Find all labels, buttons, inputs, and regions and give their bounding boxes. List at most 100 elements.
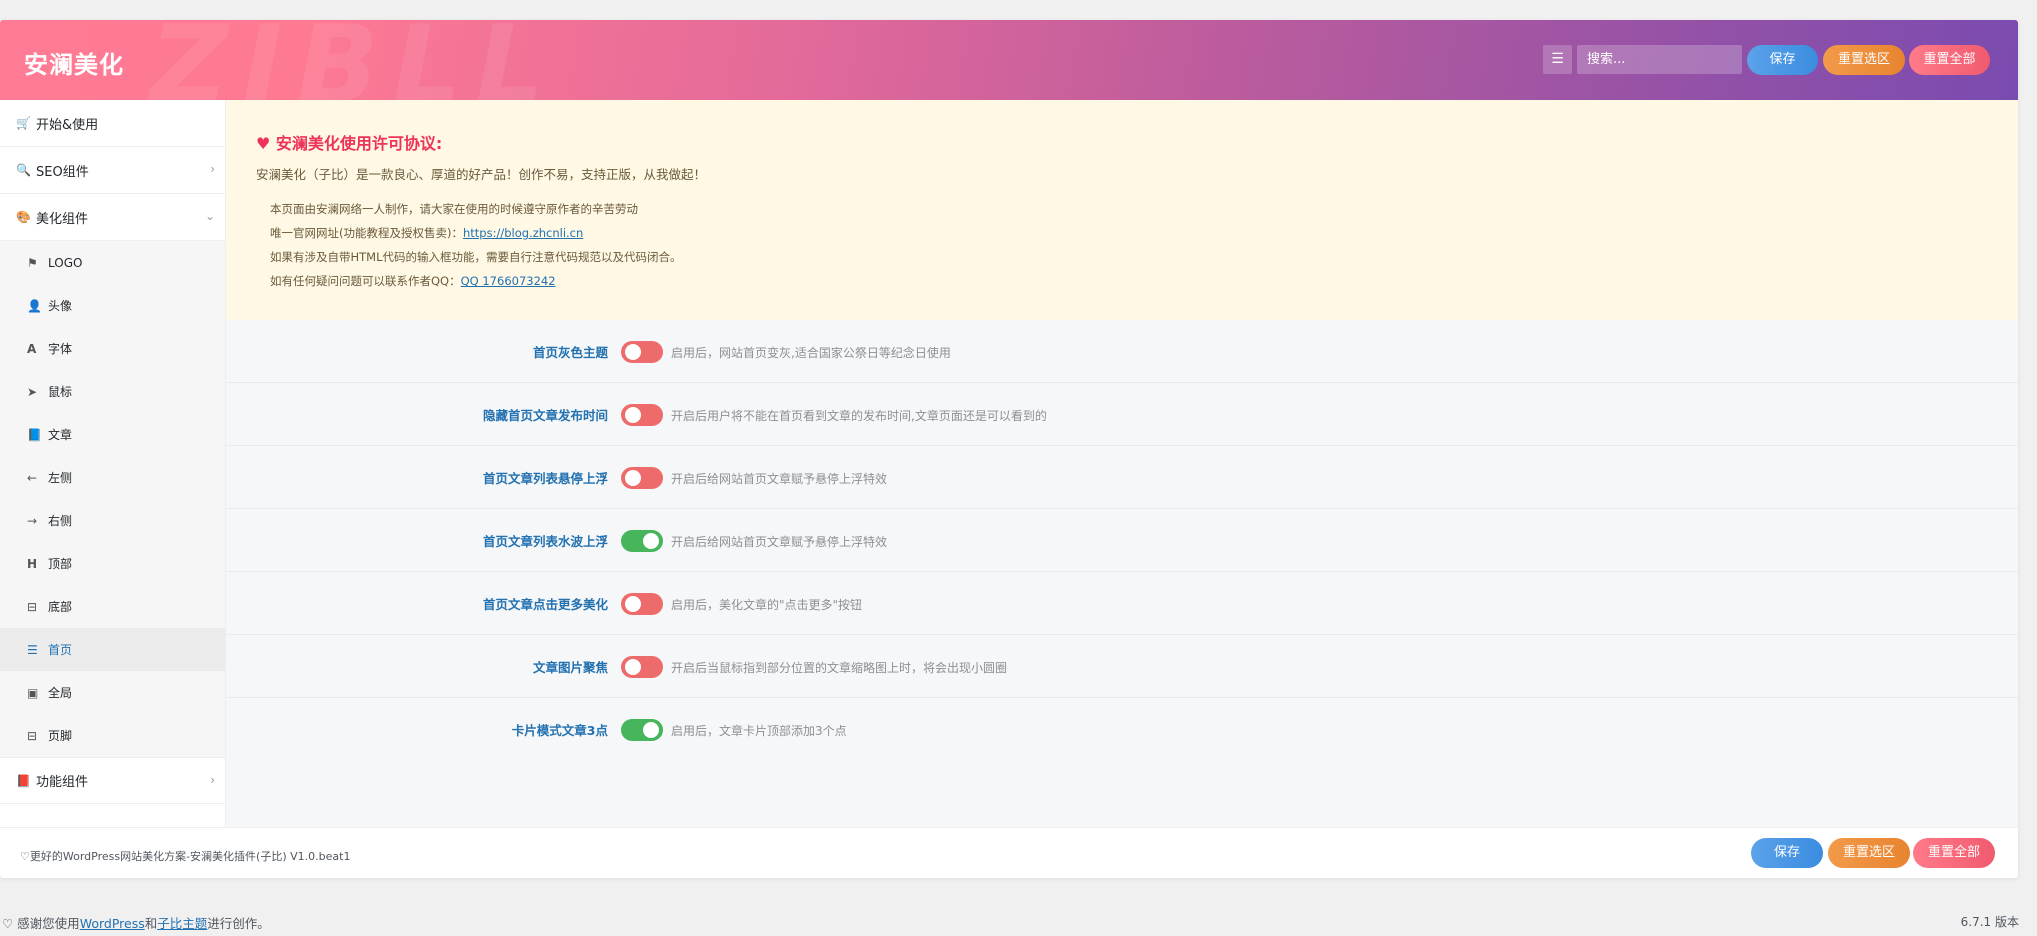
font-icon: A (27, 341, 37, 356)
sidebar-item-logo[interactable]: ⚑ LOGO (0, 241, 225, 284)
setting-toggle[interactable] (621, 593, 663, 615)
setting-row: 首页文章列表水波上浮 开启后给网站首页文章赋予悬停上浮特效 (226, 509, 2018, 572)
arrow-right-icon: → (27, 513, 38, 528)
toggle-knob (625, 596, 641, 612)
sidebar-item-article[interactable]: 📘 文章 (0, 413, 225, 456)
setting-label: 首页灰色主题 (532, 345, 608, 360)
notice-title-text: 安澜美化使用许可协议: (275, 134, 443, 153)
search-input[interactable] (1577, 45, 1742, 74)
setting-toggle[interactable] (621, 404, 663, 426)
heart-icon: ♥ (256, 134, 276, 153)
sidebar-item-label: 字体 (48, 342, 73, 356)
toggle-knob (625, 344, 641, 360)
sidebar-item-label: 头像 (48, 299, 73, 313)
sidebar-item-label: LOGO (48, 255, 83, 270)
sidebar-sub-list: ⚑ LOGO 👤 头像 A 字体 ➤ 鼠标 📘 文章 ← 左侧 → 右侧 H 顶部 ⊟ 底部 ☰ 首… (0, 241, 225, 757)
header-save-button[interactable]: 保存 (1747, 45, 1818, 75)
website-link[interactable]: https://blog.zhcnli.cn (463, 226, 583, 240)
minus-square-icon: ⊟ (27, 599, 38, 614)
panel-footer: ♡更好的WordPress网站美化方案-安澜美化插件(子比) V1.0.beat… (0, 827, 2018, 878)
sidebar-item-label: 首页 (48, 643, 73, 657)
sidebar-item-right[interactable]: → 右侧 (0, 499, 225, 542)
chevron-down-icon: ⌄ (204, 209, 215, 223)
footer-save-button[interactable]: 保存 (1751, 838, 1823, 868)
book-icon: 📘 (27, 427, 42, 442)
credit-mid: 和 (144, 916, 158, 931)
cart-icon: 🛒 (16, 116, 31, 130)
wordpress-link[interactable]: WordPress (80, 916, 145, 931)
flag-icon: ⚑ (27, 255, 38, 270)
sidebar-item-label: 右侧 (48, 514, 73, 528)
setting-label: 首页文章点击更多美化 (482, 597, 608, 612)
credit-prefix: ♡ 感谢您使用 (2, 916, 80, 931)
sidebar-item-function[interactable]: 📕 功能组件 › (0, 757, 225, 804)
setting-row: 隐藏首页文章发布时间 开启后用户将不能在首页看到文章的发布时间,文章页面还是可以… (226, 383, 2018, 446)
sidebar-item-avatar[interactable]: 👤 头像 (0, 284, 225, 327)
sidebar-item-start[interactable]: 🛒 开始&使用 (0, 100, 225, 147)
sidebar-item-label: 左侧 (48, 471, 73, 485)
footer-credit: ♡ 感谢您使用WordPress和子比主题进行创作。 (2, 913, 270, 932)
sidebar-item-font[interactable]: A 字体 (0, 327, 225, 370)
setting-description: 启用后，文章卡片顶部添加3个点 (671, 724, 847, 738)
setting-label: 首页文章列表水波上浮 (482, 534, 608, 549)
chevron-right-icon: › (210, 773, 215, 787)
sidebar-item-top[interactable]: H 顶部 (0, 542, 225, 585)
setting-description: 开启后当鼠标指到部分位置的文章缩略图上时，将会出现小圆圈 (671, 661, 1008, 675)
sidebar-item-label: 功能组件 (36, 775, 89, 790)
sidebar-item-label: 底部 (48, 600, 73, 614)
sidebar-item-footer[interactable]: ⊟ 页脚 (0, 714, 225, 757)
notice-line: 唯一官网网址(功能教程及授权售卖)：https://blog.zhcnli.cn (256, 221, 1988, 245)
footer-reset-all-button[interactable]: 重置全部 (1913, 838, 1995, 868)
setting-description: 开启后给网站首页文章赋予悬停上浮特效 (671, 535, 888, 549)
sidebar-item-global[interactable]: ▣ 全局 (0, 671, 225, 714)
toggle-knob (625, 470, 641, 486)
setting-toggle[interactable] (621, 530, 663, 552)
setting-description: 开启后给网站首页文章赋予悬停上浮特效 (671, 472, 888, 486)
pointer-icon: ➤ (27, 384, 38, 399)
setting-toggle[interactable] (621, 467, 663, 489)
header: ZIBLL 安澜美化 ☰ 保存 重置选区 重置全部 (0, 20, 2018, 100)
setting-label: 首页文章列表悬停上浮 (482, 471, 608, 486)
footer-reset-section-button[interactable]: 重置选区 (1828, 838, 1910, 868)
footer-text: ♡更好的WordPress网站美化方案-安澜美化插件(子比) V1.0.beat… (20, 850, 351, 863)
setting-toggle[interactable] (621, 656, 663, 678)
sidebar-item-label: 顶部 (48, 557, 73, 571)
setting-description: 启用后，美化文章的"点击更多"按钮 (671, 598, 863, 612)
sidebar-item-left[interactable]: ← 左侧 (0, 456, 225, 499)
sidebar-item-home[interactable]: ☰ 首页 (0, 628, 225, 671)
zibll-theme-link[interactable]: 子比主题 (157, 916, 207, 931)
notice-title: ♥ 安澜美化使用许可协议: (256, 130, 1988, 154)
sidebar-item-label: 页脚 (48, 729, 73, 743)
expand-all-button[interactable]: ☰ (1543, 45, 1572, 74)
header-reset-section-button[interactable]: 重置选区 (1823, 45, 1905, 75)
setting-label: 卡片模式文章3点 (511, 723, 608, 738)
sidebar-item-mouse[interactable]: ➤ 鼠标 (0, 370, 225, 413)
notice-line: 如有任何疑问问题可以联系作者QQ：QQ 1766073242 (256, 269, 1988, 293)
setting-row: 卡片模式文章3点 启用后，文章卡片顶部添加3个点 (226, 698, 2018, 761)
sidebar-item-bottom[interactable]: ⊟ 底部 (0, 585, 225, 628)
credit-suffix: 进行创作。 (207, 916, 270, 931)
minus-square-icon: ⊟ (27, 728, 38, 743)
setting-description: 开启后用户将不能在首页看到文章的发布时间,文章页面还是可以看到的 (671, 409, 1047, 423)
notice-line: 如果有涉及自带HTML代码的输入框功能，需要自行注意代码规范以及代码闭合。 (270, 250, 682, 264)
notice-line-prefix: 如有任何疑问问题可以联系作者QQ： (270, 274, 461, 288)
notice-line: 本页面由安澜网络一人制作，请大家在使用的时候遵守原作者的辛苦劳动 (270, 202, 638, 216)
setting-row: 首页灰色主题 启用后，网站首页变灰,适合国家公祭日等纪念日使用 (226, 320, 2018, 383)
license-notice: ♥ 安澜美化使用许可协议: 安澜美化（子比）是一款良心、厚道的好产品！创作不易，… (226, 100, 2018, 320)
sidebar-item-label: 开始&使用 (36, 117, 99, 133)
sidebar-item-seo[interactable]: 🔍 SEO组件 › (0, 147, 225, 194)
settings-panel: ZIBLL 安澜美化 ☰ 保存 重置选区 重置全部 🛒 开始&使用 🔍 SEO组… (0, 20, 2018, 878)
setting-label: 文章图片聚焦 (532, 660, 608, 675)
sidebar-item-beauty[interactable]: 🎨 美化组件 ⌄ (0, 194, 225, 241)
book-icon: 📕 (16, 773, 31, 788)
toggle-knob (625, 407, 641, 423)
sidebar-item-label: SEO组件 (36, 164, 89, 180)
version-text: 6.7.1 版本 (1960, 915, 2019, 929)
arrow-left-icon: ← (27, 470, 38, 485)
setting-row: 首页文章列表悬停上浮 开启后给网站首页文章赋予悬停上浮特效 (226, 446, 2018, 509)
setting-toggle[interactable] (621, 341, 663, 363)
header-reset-all-button[interactable]: 重置全部 (1909, 45, 1990, 75)
qq-link[interactable]: QQ 1766073242 (461, 274, 556, 288)
setting-toggle[interactable] (621, 719, 663, 741)
search-icon: 🔍 (16, 163, 31, 177)
